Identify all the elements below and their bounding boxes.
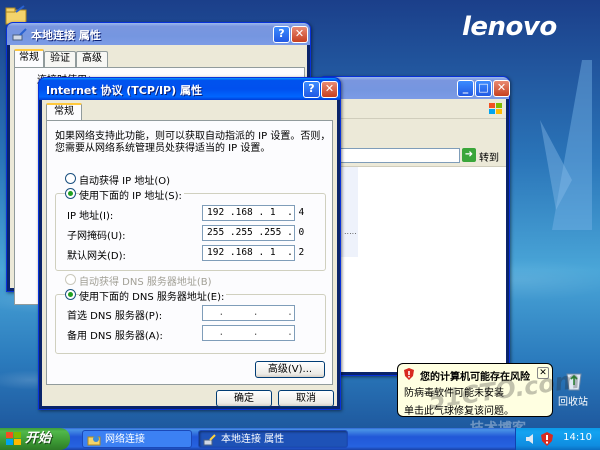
balloon-line-1: 防病毒软件可能未安装	[404, 388, 504, 399]
network-folder-icon	[87, 436, 101, 446]
subnet-mask-field[interactable]: 255 .255 .255 . 0	[202, 225, 304, 241]
security-balloon[interactable]: 您的计算机可能存在风险 ✕ 防病毒软件可能未安装 单击此气球修复该问题。	[397, 363, 553, 417]
tcpip-general-panel: 如果网络支持此功能，则可以获取自动指派的 IP 设置。否则， 您需要从网络系统管…	[46, 120, 333, 385]
tcpip-client: 常规 如果网络支持此功能，则可以获取自动指派的 IP 设置。否则， 您需要从网络…	[42, 100, 337, 407]
default-gateway-label: 默认网关(D):	[67, 251, 126, 262]
start-button[interactable]: 开始	[0, 428, 70, 450]
tcpip-titlebar[interactable]: Internet 协议 (TCP/IP) 属性 ? ✕	[39, 78, 340, 100]
manual-ip-radio[interactable]	[65, 188, 76, 199]
network-connection-icon	[203, 434, 216, 446]
recycle-bin-icon[interactable]	[562, 368, 586, 392]
go-label[interactable]: 转到	[479, 149, 499, 164]
props-title: 本地连接 属性	[31, 29, 101, 42]
tab-advanced[interactable]: 高级	[76, 51, 108, 67]
explorer-titlebar[interactable]: _ □ ✕	[319, 77, 510, 99]
help-button[interactable]: ?	[303, 81, 320, 98]
network-connections-window[interactable]: _ □ ✕ ➜ 转到 .....	[318, 76, 510, 376]
intro-line-2: 您需要从网络系统管理员处获得适当的 IP 设置。	[55, 143, 271, 154]
volume-icon[interactable]	[524, 432, 538, 446]
tab-authentication[interactable]: 验证	[44, 51, 76, 67]
ok-button[interactable]: 确定	[216, 390, 272, 407]
subnet-mask-label: 子网掩码(U):	[67, 231, 126, 242]
lenovo-swoosh-graphic	[540, 60, 592, 230]
address-input[interactable]	[330, 148, 460, 163]
task-label: 本地连接 属性	[221, 434, 285, 445]
auto-ip-label[interactable]: 自动获得 IP 地址(O)	[79, 172, 170, 187]
ip-address-field[interactable]: 192 .168 . 1 . 4	[202, 205, 304, 221]
ellipsis-text: .....	[344, 227, 357, 236]
explorer-client: ➜ 转到 .....	[322, 99, 506, 372]
task-label: 网络连接	[105, 434, 145, 445]
manual-ip-label[interactable]: 使用下面的 IP 地址(S):	[79, 187, 184, 202]
tcpip-properties-dialog[interactable]: Internet 协议 (TCP/IP) 属性 ? ✕ 常规 如果网络支持此功能…	[38, 77, 341, 410]
alternate-dns-label: 备用 DNS 服务器(A):	[67, 331, 163, 342]
tab-general[interactable]: 常规	[14, 49, 44, 67]
taskbar: 开始 网络连接 本地连接 属性 14:10	[0, 428, 600, 450]
balloon-title: 您的计算机可能存在风险	[420, 372, 530, 383]
system-tray: 14:10	[515, 428, 600, 450]
tab-general[interactable]: 常规	[46, 103, 82, 121]
preferred-dns-field[interactable]: . . .	[202, 305, 295, 321]
preferred-dns-label: 首选 DNS 服务器(P):	[67, 311, 163, 322]
windows-flag-icon	[489, 103, 502, 114]
auto-dns-label[interactable]: 自动获得 DNS 服务器地址(B)	[79, 273, 212, 288]
windows-logo-icon	[6, 432, 21, 445]
task-network-connections[interactable]: 网络连接	[82, 430, 192, 448]
dns-settings-group	[55, 294, 326, 354]
lenovo-logo: lenovo	[462, 12, 557, 42]
network-connection-icon	[12, 28, 27, 41]
clock[interactable]: 14:10	[563, 432, 592, 443]
minimize-button[interactable]: _	[457, 80, 474, 97]
recycle-bin-label[interactable]: 回收站	[558, 393, 588, 408]
maximize-button[interactable]: □	[475, 80, 492, 97]
explorer-toolbar	[322, 119, 506, 145]
balloon-close-icon[interactable]: ✕	[537, 367, 549, 379]
help-button[interactable]: ?	[273, 26, 290, 43]
alternate-dns-field[interactable]: . . .	[202, 325, 295, 341]
start-label: 开始	[25, 431, 52, 446]
props-titlebar[interactable]: 本地连接 属性 ? ✕	[7, 23, 310, 45]
manual-dns-radio[interactable]	[65, 289, 76, 300]
advanced-button[interactable]: 高级(V)...	[255, 361, 325, 378]
go-arrow-icon[interactable]: ➜	[462, 148, 476, 162]
cancel-button[interactable]: 取消	[278, 390, 334, 407]
auto-ip-radio[interactable]	[65, 173, 76, 184]
explorer-menubar	[322, 99, 506, 119]
close-button[interactable]: ✕	[291, 26, 308, 43]
auto-dns-radio[interactable]	[65, 274, 76, 285]
explorer-address-bar: ➜ 转到	[322, 145, 506, 167]
manual-dns-label[interactable]: 使用下面的 DNS 服务器地址(E):	[79, 288, 227, 303]
task-local-connection-properties[interactable]: 本地连接 属性	[198, 430, 348, 448]
tcpip-title: Internet 协议 (TCP/IP) 属性	[46, 84, 202, 97]
balloon-line-2: 单击此气球修复该问题。	[404, 406, 514, 417]
ip-address-label: IP 地址(I):	[67, 211, 114, 222]
default-gateway-field[interactable]: 192 .168 . 1 . 2	[202, 245, 304, 261]
security-alert-icon[interactable]	[540, 432, 554, 446]
close-button[interactable]: ✕	[321, 81, 338, 98]
shield-warning-icon	[404, 368, 414, 380]
close-button[interactable]: ✕	[493, 80, 510, 97]
